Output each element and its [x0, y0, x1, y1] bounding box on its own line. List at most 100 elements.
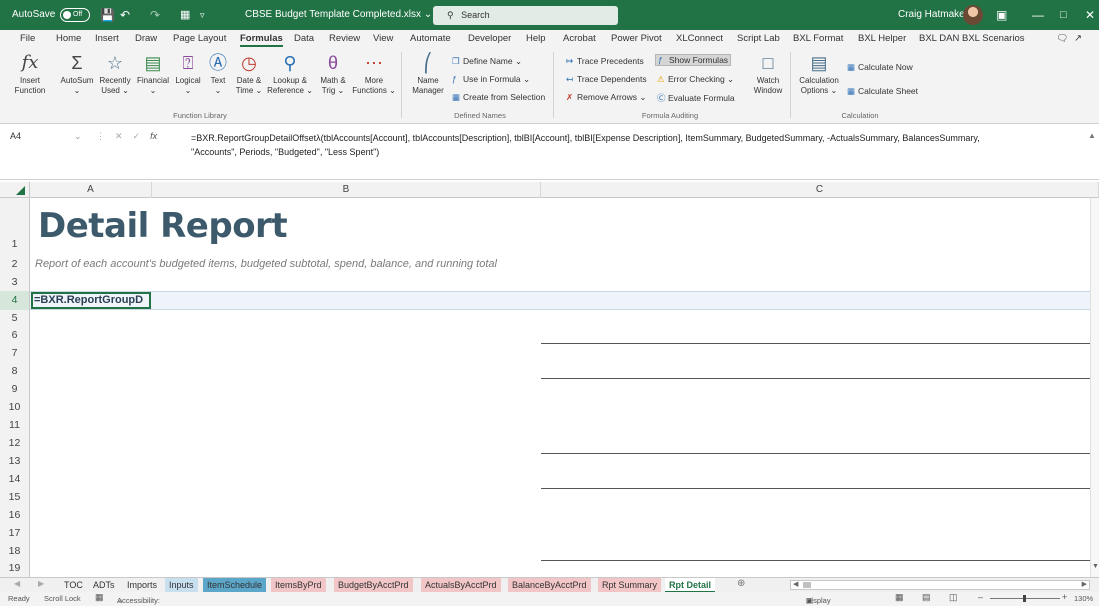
- search-input[interactable]: ⚲ Search: [433, 6, 618, 25]
- tab-automate[interactable]: Automate: [410, 33, 451, 44]
- scroll-down-icon[interactable]: ▼: [1092, 563, 1099, 570]
- tab-file[interactable]: File: [20, 33, 35, 44]
- undo-icon[interactable]: ↶: [120, 0, 130, 30]
- scrollbar-thumb[interactable]: [803, 582, 811, 588]
- calculate-sheet-button[interactable]: ▦ Calculate Sheet: [847, 86, 918, 97]
- row-header[interactable]: 5: [0, 310, 30, 327]
- create-from-selection-button[interactable]: ▦ Create from Selection: [452, 92, 545, 103]
- enter-icon[interactable]: ✓: [133, 131, 141, 141]
- tab-home[interactable]: Home: [56, 33, 81, 44]
- evaluate-formula-button[interactable]: Ⓒ Evaluate Formula: [657, 92, 735, 104]
- sheet-tab[interactable]: ItemsByPrd: [271, 578, 326, 593]
- page-layout-view-icon[interactable]: ▤: [922, 592, 931, 603]
- close-icon[interactable]: ✕: [1085, 0, 1095, 30]
- scroll-right-icon[interactable]: ▶: [1082, 580, 1087, 588]
- sheet-tab[interactable]: BalanceByAcctPrd: [508, 578, 591, 593]
- name-manager-button[interactable]: ⎛ Name Manager: [410, 52, 446, 96]
- tab-view[interactable]: View: [373, 33, 393, 44]
- sheet-tab[interactable]: TOC: [60, 578, 87, 593]
- tab-page-layout[interactable]: Page Layout: [173, 33, 226, 44]
- zoom-out-icon[interactable]: –: [978, 592, 983, 602]
- tab-bxl-format[interactable]: BXL Format: [793, 33, 843, 44]
- row-header[interactable]: 11: [0, 416, 30, 434]
- sheet-tab[interactable]: Rpt Detail: [665, 578, 716, 593]
- column-header-a[interactable]: A: [30, 182, 152, 198]
- normal-view-icon[interactable]: ▦: [895, 592, 904, 603]
- tab-bxl-helper[interactable]: BXL Helper: [858, 33, 906, 44]
- calculation-options-button[interactable]: ▤ Calculation Options ⌄: [796, 52, 842, 96]
- sheet-tab[interactable]: Inputs: [165, 578, 198, 593]
- quick-access-icon[interactable]: ▦: [180, 0, 190, 30]
- sheet-tab[interactable]: BudgetByAcctPrd: [334, 578, 413, 593]
- tab-developer[interactable]: Developer: [468, 33, 511, 44]
- row-header[interactable]: 15: [0, 488, 30, 506]
- row-header[interactable]: 3: [0, 274, 30, 291]
- calculate-now-button[interactable]: ▦ Calculate Now: [847, 62, 913, 73]
- name-box-dropdown-icon[interactable]: ⌄: [74, 131, 82, 142]
- row-header[interactable]: 19: [0, 560, 30, 577]
- row-header[interactable]: 2: [0, 254, 30, 274]
- tab-acrobat[interactable]: Acrobat: [563, 33, 596, 44]
- tab-draw[interactable]: Draw: [135, 33, 157, 44]
- row-header[interactable]: 12: [0, 434, 30, 452]
- sheet-tab[interactable]: ActualsByAcctPrd: [421, 578, 501, 593]
- text-button[interactable]: Ⓐ Text ⌄: [204, 52, 232, 96]
- report-subtitle[interactable]: Report of each account's budgeted items,…: [35, 258, 497, 270]
- tab-data[interactable]: Data: [294, 33, 314, 44]
- maximize-icon[interactable]: □: [1060, 0, 1067, 30]
- fx-button[interactable]: fx: [150, 131, 157, 141]
- lookup-reference-button[interactable]: ⚲ Lookup & Reference ⌄: [266, 52, 314, 96]
- recently-used-button[interactable]: ☆ Recently Used ⌄: [97, 52, 133, 96]
- define-name-button[interactable]: ❐ Define Name ⌄: [452, 56, 522, 67]
- scroll-left-icon[interactable]: ◀: [793, 580, 798, 588]
- row-header[interactable]: 14: [0, 470, 30, 488]
- remove-arrows-button[interactable]: ✗ Remove Arrows ⌄: [566, 92, 646, 103]
- tab-bxl-scenarios[interactable]: BXL Scenarios: [962, 33, 1025, 44]
- macro-record-icon[interactable]: ▦: [95, 592, 104, 603]
- zoom-slider-thumb[interactable]: [1023, 595, 1026, 602]
- page-break-view-icon[interactable]: ◫: [949, 592, 958, 603]
- cancel-icon[interactable]: ✕: [115, 131, 123, 141]
- minimize-icon[interactable]: —: [1032, 0, 1044, 30]
- row-header[interactable]: 13: [0, 452, 30, 470]
- row-header[interactable]: 18: [0, 542, 30, 560]
- row-header[interactable]: 9: [0, 380, 30, 398]
- use-in-formula-button[interactable]: ƒ Use in Formula ⌄: [452, 74, 530, 85]
- row-header[interactable]: 6: [0, 327, 30, 344]
- share-icon[interactable]: ↗: [1074, 33, 1082, 44]
- row-header[interactable]: 8: [0, 362, 30, 380]
- sheet-tab[interactable]: Imports: [123, 578, 161, 593]
- comments-icon[interactable]: 🗨: [1056, 33, 1068, 44]
- trace-precedents-button[interactable]: ↦ Trace Precedents: [566, 56, 644, 67]
- sheet-tab[interactable]: ADTs: [89, 578, 119, 593]
- tab-power-pivot[interactable]: Power Pivot: [611, 33, 662, 44]
- avatar[interactable]: [963, 5, 983, 25]
- watch-window-button[interactable]: □ Watch Window: [748, 52, 788, 96]
- next-sheet-icon[interactable]: ▶: [38, 579, 44, 588]
- horizontal-scrollbar[interactable]: ◀ ▶: [790, 580, 1090, 590]
- vertical-scrollbar[interactable]: ▼: [1090, 198, 1099, 577]
- tab-bxl-dan[interactable]: BXL DAN: [919, 33, 959, 44]
- zoom-slider[interactable]: [990, 595, 1060, 602]
- row-header[interactable]: 17: [0, 524, 30, 542]
- tab-help[interactable]: Help: [526, 33, 546, 44]
- tab-formulas[interactable]: Formulas: [240, 33, 283, 47]
- add-sheet-icon[interactable]: ⊕: [737, 578, 745, 589]
- ribbon-display-icon[interactable]: ▣: [996, 0, 1007, 30]
- sheet-tab[interactable]: ItemSchedule: [203, 578, 267, 593]
- tab-script-lab[interactable]: Script Lab: [737, 33, 780, 44]
- autosave-toggle[interactable]: Off: [60, 8, 90, 22]
- row-header[interactable]: 7: [0, 344, 30, 362]
- formula-input[interactable]: =BXR.ReportGroupDetailOffsetλ(tblAccount…: [191, 131, 1081, 159]
- financial-button[interactable]: ▤ Financial ⌄: [134, 52, 172, 96]
- sheet-tab[interactable]: Rpt Summary: [598, 578, 662, 593]
- column-header-c[interactable]: C: [541, 182, 1099, 198]
- report-title[interactable]: Detail Report: [38, 206, 288, 246]
- error-checking-button[interactable]: ⚠ Error Checking ⌄: [657, 74, 734, 85]
- tab-xlconnect[interactable]: XLConnect: [676, 33, 723, 44]
- column-header-b[interactable]: B: [152, 182, 541, 198]
- row-header[interactable]: 4: [0, 291, 30, 310]
- row-header[interactable]: 10: [0, 398, 30, 416]
- math-trig-button[interactable]: θ Math & Trig ⌄: [315, 52, 351, 96]
- collapse-formula-bar-icon[interactable]: ▲: [1088, 131, 1096, 140]
